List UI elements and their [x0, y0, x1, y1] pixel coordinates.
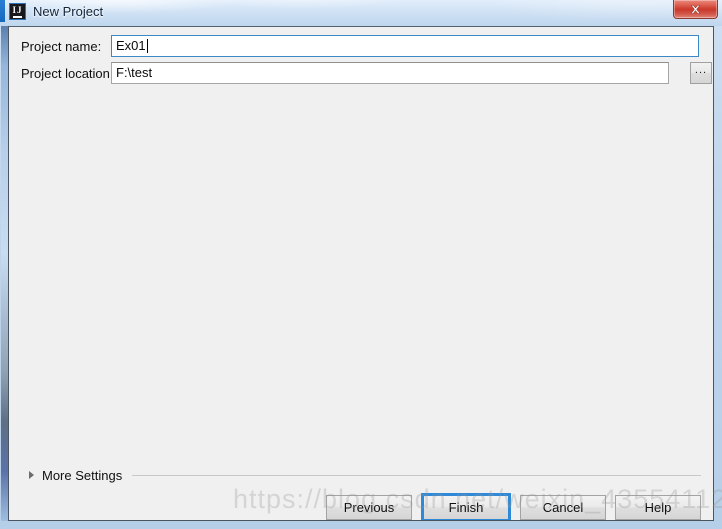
app-icon-letters: IJ: [12, 4, 23, 15]
triangle-right-icon[interactable]: [29, 471, 34, 479]
project-location-label: Project location:: [21, 65, 114, 81]
project-name-value: Ex01: [116, 38, 146, 53]
help-button[interactable]: Help: [615, 494, 701, 520]
project-name-row: Project name: Ex01: [9, 35, 699, 57]
project-location-input[interactable]: F:\test: [111, 62, 669, 84]
project-name-input[interactable]: Ex01: [111, 35, 699, 57]
intellij-idea-icon: IJ: [9, 3, 26, 20]
dialog-button-bar: Previous Finish Cancel Help: [9, 493, 713, 520]
project-location-row: Project location: F:\test: [9, 62, 699, 84]
title-bar: IJ New Project: [0, 0, 722, 26]
more-settings-label[interactable]: More Settings: [42, 468, 122, 483]
close-icon: [690, 4, 701, 14]
window-left-glass-edge: [1, 26, 8, 521]
cancel-button[interactable]: Cancel: [520, 494, 606, 520]
new-project-dialog-window: IJ New Project Project name: Ex01 Projec…: [0, 0, 722, 529]
window-title: New Project: [33, 4, 104, 19]
browse-location-button[interactable]: ...: [690, 62, 712, 84]
close-button[interactable]: [673, 0, 718, 19]
finish-button[interactable]: Finish: [423, 494, 509, 520]
title-accent-bar: [0, 0, 5, 22]
app-icon-underbar: [13, 15, 22, 18]
text-caret: [146, 39, 148, 53]
more-settings-section[interactable]: More Settings: [9, 465, 713, 485]
dialog-client-area: Project name: Ex01 Project location: F:\…: [8, 26, 714, 521]
project-location-value: F:\test: [116, 65, 153, 80]
more-settings-separator: [132, 474, 701, 476]
project-name-label: Project name:: [21, 38, 102, 54]
previous-button[interactable]: Previous: [326, 494, 412, 520]
